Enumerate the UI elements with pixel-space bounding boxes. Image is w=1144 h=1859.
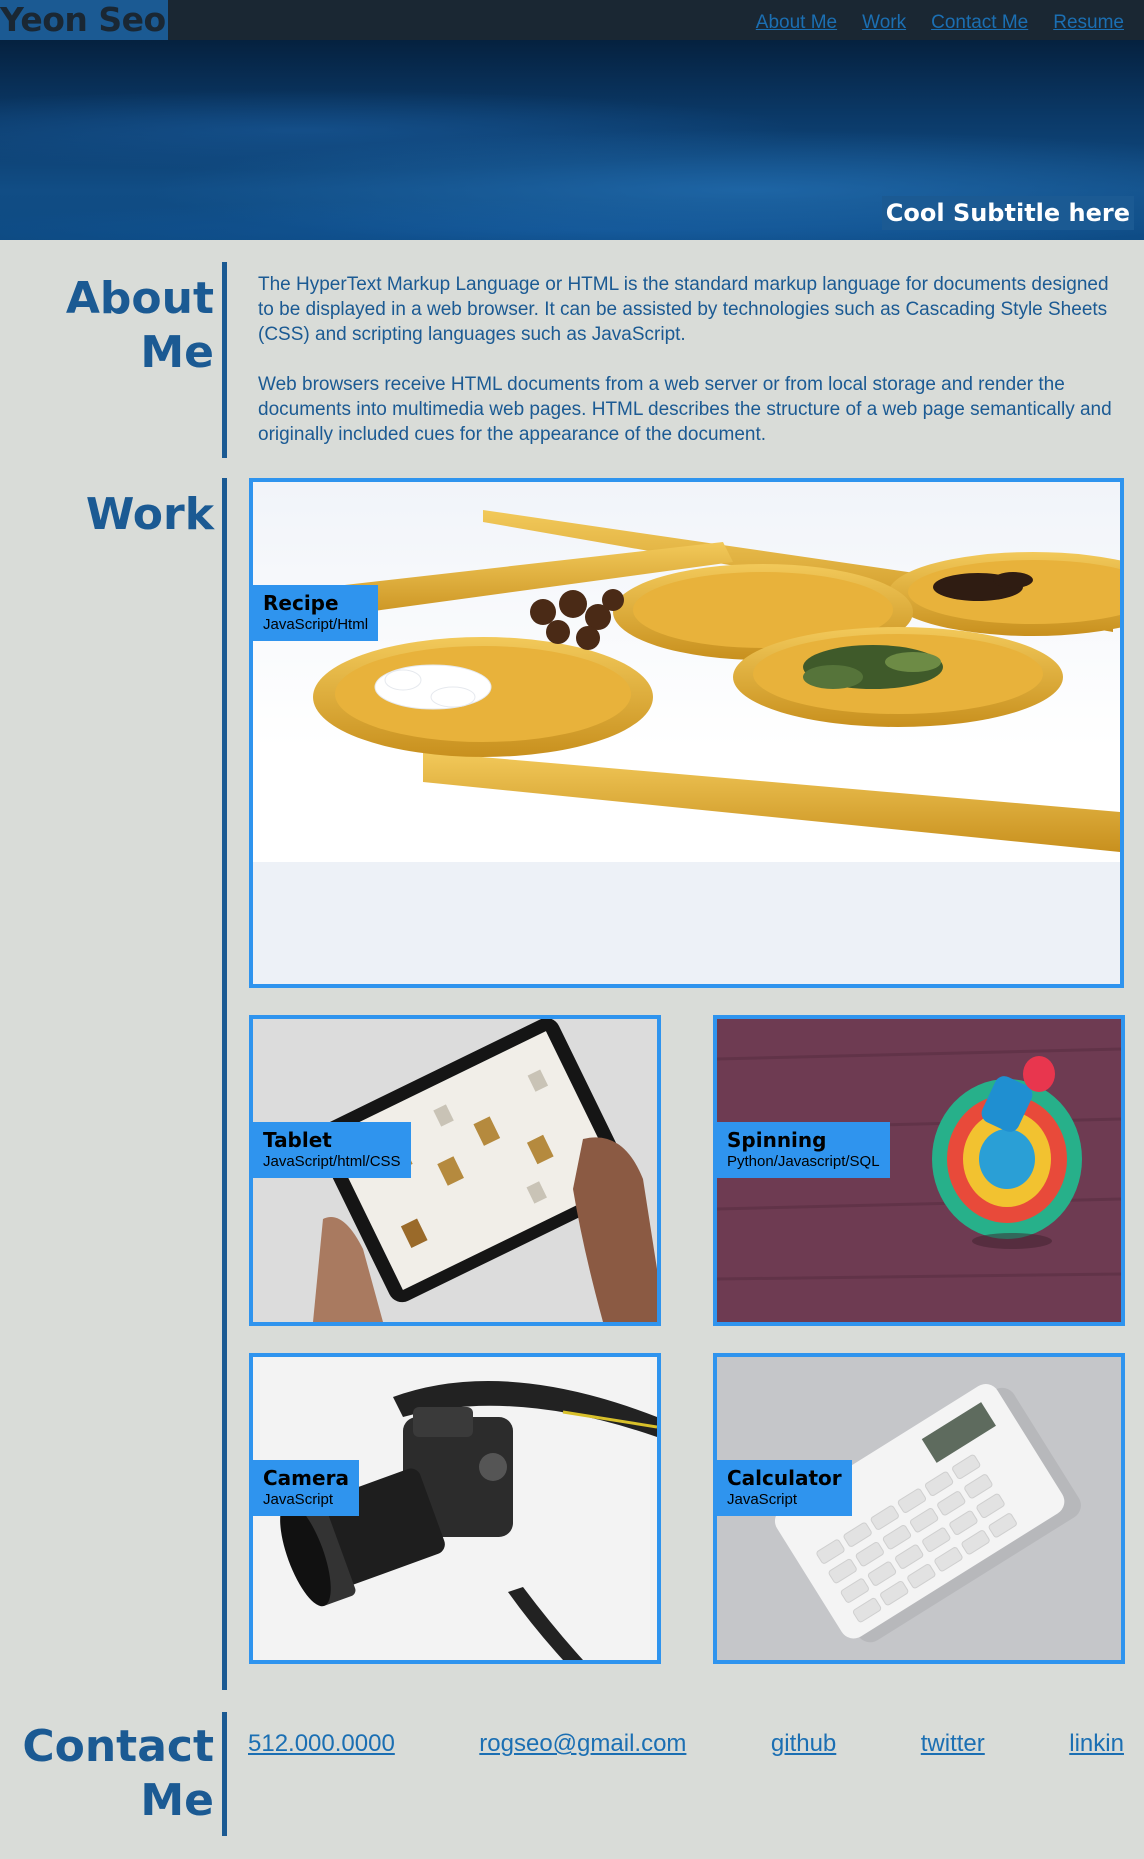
project-label: Calculator JavaScript bbox=[717, 1460, 852, 1516]
project-tech: JavaScript bbox=[727, 1491, 798, 1508]
project-card-spinning[interactable]: Spinning Python/Javascript/SQL bbox=[713, 1015, 1125, 1326]
about-paragraph: The HyperText Markup Language or HTML is… bbox=[258, 274, 1109, 345]
contact-twitter-link[interactable]: twitter bbox=[921, 1730, 985, 1758]
site-logo[interactable]: Yeon Seo bbox=[0, 0, 168, 40]
nav-link-work[interactable]: Work bbox=[862, 12, 906, 34]
spoons-image bbox=[253, 482, 1120, 984]
project-title: Calculator bbox=[727, 1466, 842, 1490]
project-label: Camera JavaScript bbox=[253, 1460, 359, 1516]
about-divider bbox=[222, 262, 227, 458]
project-tech: JavaScript/Html bbox=[263, 616, 369, 633]
nav-link-resume[interactable]: Resume bbox=[1053, 12, 1124, 34]
project-title: Recipe bbox=[263, 591, 339, 615]
about-paragraph: Web browsers receive HTML documents from… bbox=[258, 374, 1112, 445]
work-heading: Work bbox=[85, 489, 214, 540]
project-card-tablet[interactable]: Tablet JavaScript/html/CSS bbox=[249, 1015, 661, 1326]
project-card-camera[interactable]: Camera JavaScript bbox=[249, 1353, 661, 1664]
contact-github-link[interactable]: github bbox=[771, 1730, 836, 1758]
hero-subtitle: Cool Subtitle here bbox=[881, 196, 1134, 230]
project-title: Spinning bbox=[727, 1128, 827, 1152]
main-nav: About Me Work Contact Me Resume bbox=[756, 12, 1124, 34]
nav-link-contact-me[interactable]: Contact Me bbox=[931, 12, 1028, 34]
project-title: Camera bbox=[263, 1466, 349, 1490]
project-title: Tablet bbox=[263, 1128, 332, 1152]
contact-heading: Contact Me bbox=[22, 1721, 214, 1826]
about-body: The HyperText Markup Language or HTML is… bbox=[258, 272, 1118, 472]
contact-links: 512.000.0000 rogseo@gmail.com github twi… bbox=[248, 1730, 1124, 1758]
contact-divider bbox=[222, 1712, 227, 1836]
project-tech: JavaScript bbox=[263, 1491, 334, 1508]
project-label: Tablet JavaScript/html/CSS bbox=[253, 1122, 411, 1178]
project-label: Recipe JavaScript/Html bbox=[253, 585, 379, 641]
contact-email-link[interactable]: rogseo@gmail.com bbox=[479, 1730, 686, 1758]
project-tech: JavaScript/html/CSS bbox=[263, 1153, 401, 1170]
project-card-recipe[interactable]: Recipe JavaScript/Html bbox=[249, 478, 1124, 988]
about-heading: About Me bbox=[65, 273, 214, 378]
project-label: Spinning Python/Javascript/SQL bbox=[717, 1122, 890, 1178]
top-navbar: Yeon Seo About Me Work Contact Me Resume bbox=[0, 0, 1144, 40]
project-tech: Python/Javascript/SQL bbox=[727, 1153, 880, 1170]
nav-link-about-me[interactable]: About Me bbox=[756, 12, 837, 34]
project-card-calculator[interactable]: Calculator JavaScript bbox=[713, 1353, 1125, 1664]
contact-linkin-link[interactable]: linkin bbox=[1069, 1730, 1124, 1758]
contact-phone-link[interactable]: 512.000.0000 bbox=[248, 1730, 395, 1758]
work-divider bbox=[222, 478, 227, 1690]
